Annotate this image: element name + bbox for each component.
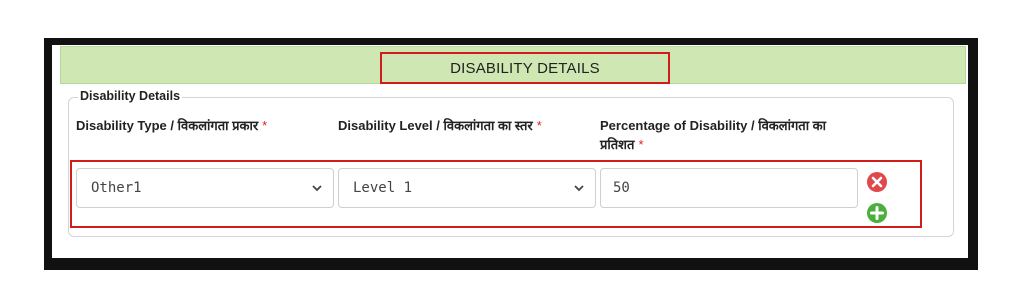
required-mark: * [536, 118, 542, 133]
percentage-label: Percentage of Disability / विकलांगता का … [600, 116, 862, 154]
disability-type-value: Other1 [91, 180, 142, 196]
chevron-down-icon [574, 185, 584, 192]
percentage-value: 50 [613, 180, 630, 196]
disability-level-label-text: Disability Level / विकलांगता का स्तर [338, 118, 533, 133]
disability-type-select[interactable]: Other1 [76, 168, 334, 208]
required-mark: * [262, 118, 268, 133]
section-header-title: DISABILITY DETAILS [380, 52, 670, 84]
add-circle-icon[interactable] [866, 202, 888, 224]
disability-level-select[interactable]: Level 1 [338, 168, 596, 208]
disability-type-label: Disability Type / विकलांगता प्रकार * [76, 116, 336, 135]
percentage-input[interactable]: 50 [600, 168, 858, 208]
remove-circle-icon[interactable] [866, 171, 888, 193]
disability-type-label-text: Disability Type / विकलांगता प्रकार [76, 118, 259, 133]
fieldset-legend: Disability Details [78, 89, 183, 103]
required-mark: * [638, 137, 644, 152]
disability-level-label: Disability Level / विकलांगता का स्तर * [338, 116, 598, 135]
disability-level-value: Level 1 [353, 180, 413, 196]
chevron-down-icon [312, 185, 322, 192]
percentage-label-text: Percentage of Disability / विकलांगता का … [600, 118, 827, 152]
